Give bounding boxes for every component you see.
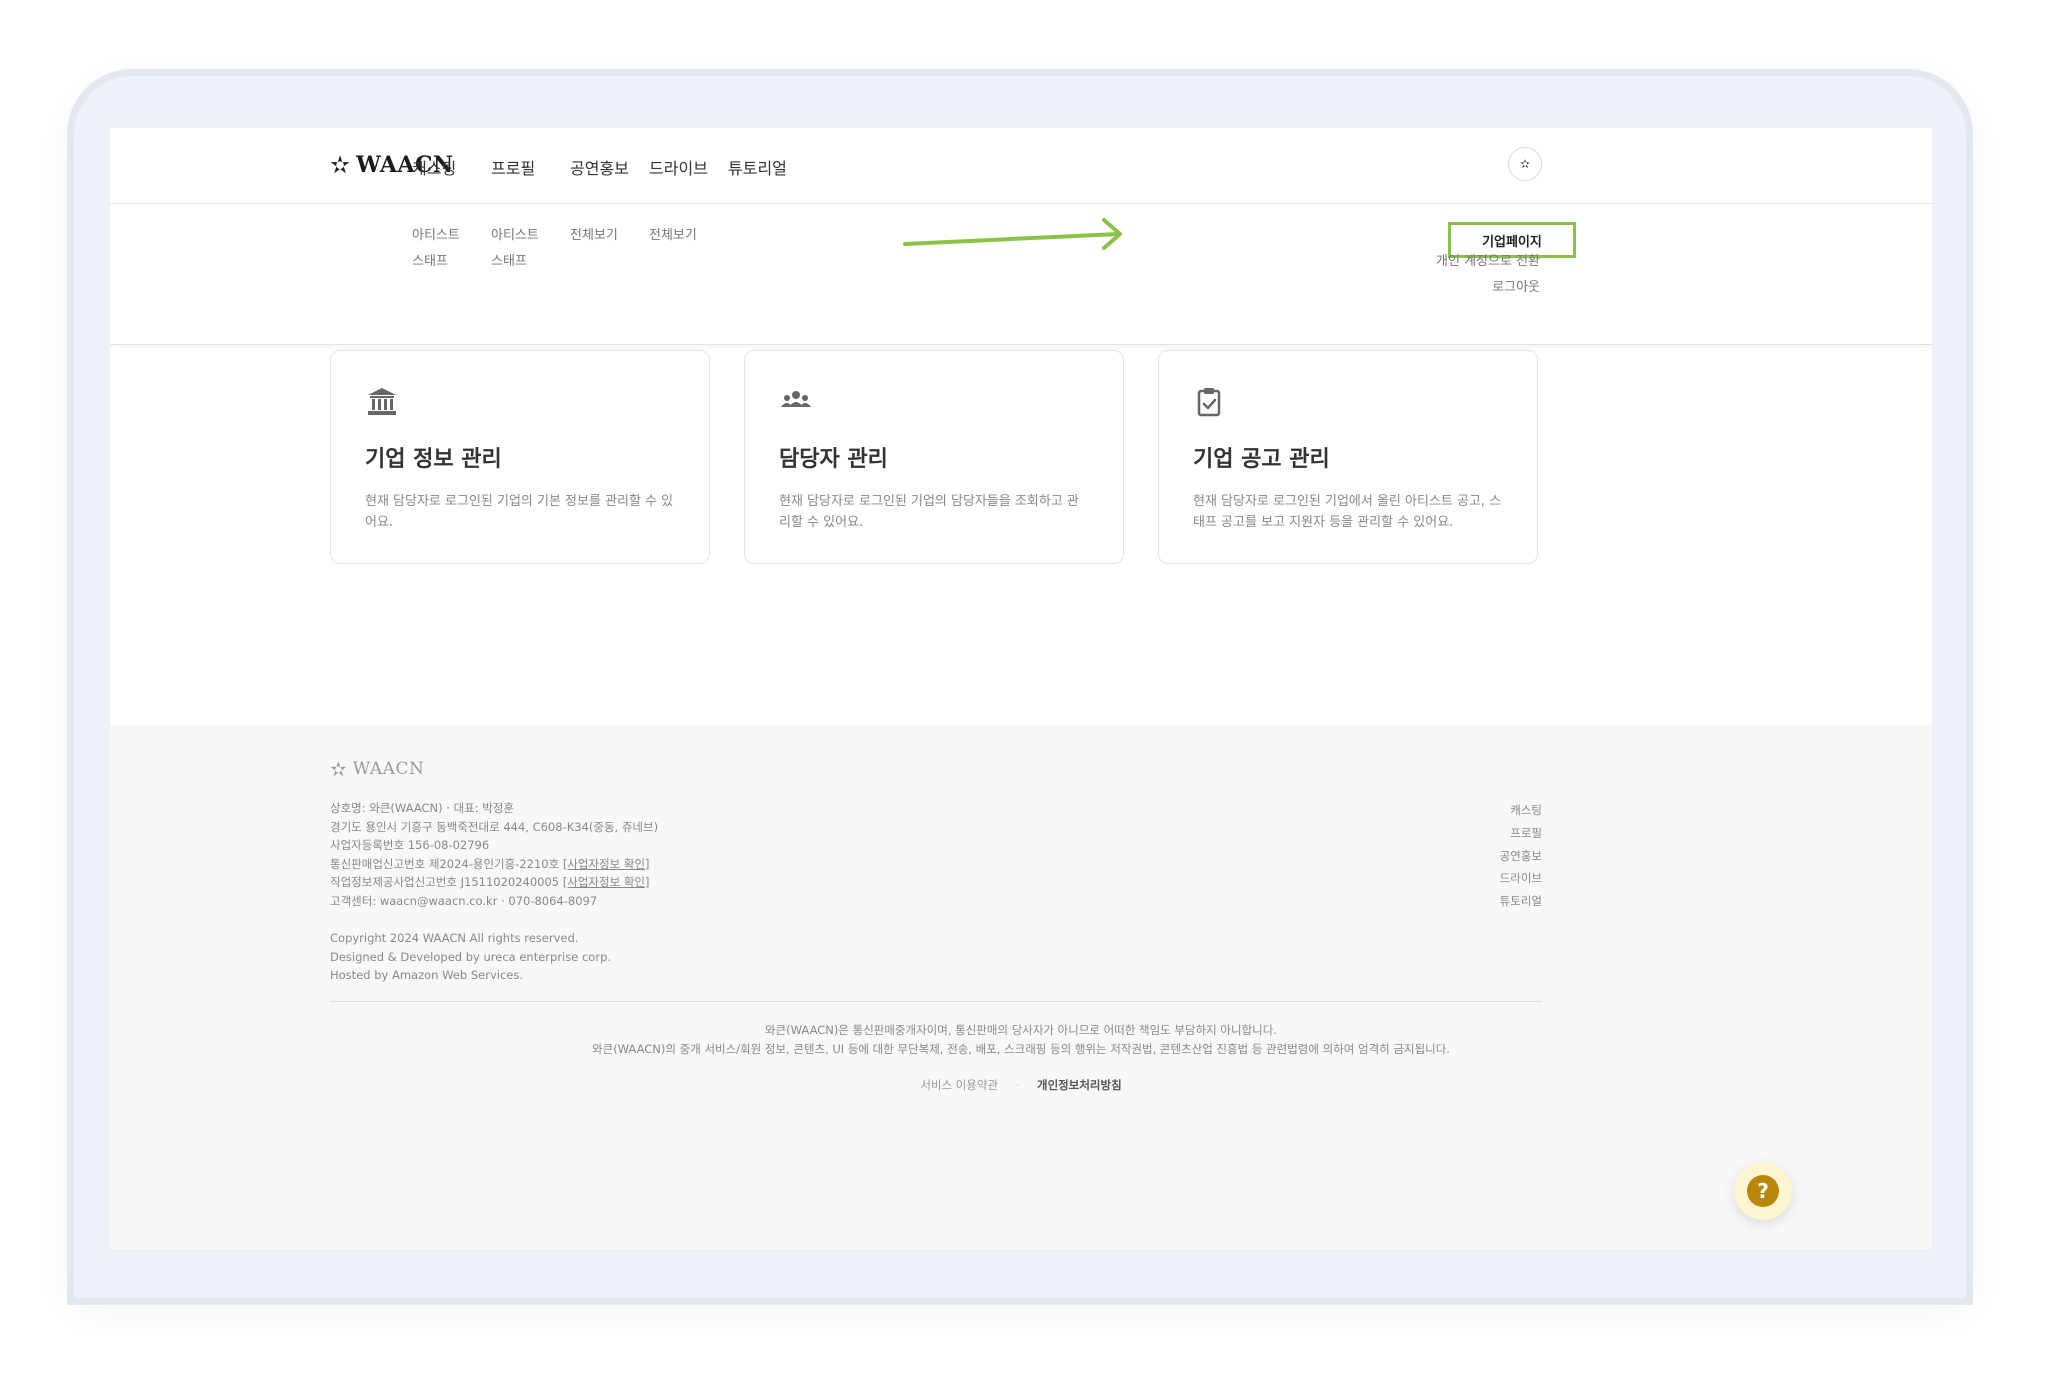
company-info-card[interactable]: 기업 정보 관리 현재 담당자로 로그인된 기업의 기본 정보를 관리할 수 있…	[330, 350, 710, 564]
star-avatar-icon: ✫	[1519, 157, 1531, 171]
help-button[interactable]: ?	[1734, 1162, 1792, 1220]
question-icon: ?	[1747, 1175, 1779, 1207]
clipboard-check-icon	[1197, 388, 1221, 417]
policy-links: 서비스 이용약관 · 개인정보처리방침	[110, 1077, 1932, 1093]
top-header: ✫ WAACN 캐스팅 프로필 공연홍보 드라이브 튜토리얼 ✫	[110, 128, 1932, 204]
legal-notice-line: 와큰(WAACN)은 통신판매중개자이며, 통신판매의 당사자가 아니므로 어떠…	[765, 1023, 1277, 1037]
card-title: 기업 공고 관리	[1193, 447, 1330, 472]
ecommerce-info-link[interactable]: [사업자정보 확인]	[563, 857, 650, 871]
copyright-block: Copyright 2024 WAACN All rights reserved…	[330, 929, 611, 985]
site-footer: ✫ WAACN 상호명: 와큰(WAACN) · 대표: 박정훈 경기도 용인시…	[110, 725, 1932, 1249]
footer-link-promotion[interactable]: 공연홍보	[1452, 845, 1542, 868]
nav-promotion[interactable]: 공연홍보	[570, 155, 629, 179]
terms-link[interactable]: 서비스 이용약관	[920, 1078, 998, 1092]
nav-tutorial[interactable]: 튜토리얼	[728, 155, 787, 179]
ecommerce-number: 통신판매업신고번호 제2024-용인기흥-2210호 [사업자정보 확인]	[330, 856, 650, 871]
card-title: 기업 정보 관리	[365, 447, 502, 472]
app-screen: ✫ WAACN 캐스팅 프로필 공연홍보 드라이브 튜토리얼 ✫ 아티스트 스태…	[110, 128, 1932, 1249]
footer-link-casting[interactable]: 캐스팅	[1452, 799, 1542, 822]
star-logo-icon: ✫	[330, 757, 347, 781]
card-description: 현재 담당자로 로그인된 기업에서 올린 아티스트 공고, 스태프 공고를 보고…	[1193, 494, 1502, 530]
bank-icon	[368, 388, 396, 415]
jobinfo-info-link[interactable]: [사업자정보 확인]	[563, 875, 650, 889]
account-avatar[interactable]: ✫	[1508, 147, 1542, 181]
nav-profile[interactable]: 프로필	[491, 155, 535, 179]
designed-by: Designed & Developed by ureca enterprise…	[330, 949, 612, 964]
footer-divider	[330, 1001, 1542, 1002]
privacy-link[interactable]: 개인정보처리방침	[1037, 1078, 1122, 1092]
copyright: Copyright 2024 WAACN All rights reserved…	[330, 931, 579, 945]
legal-notice: 와큰(WAACN)은 통신판매중개자이며, 통신판매의 당사자가 아니므로 어떠…	[110, 1021, 1932, 1058]
logout-button[interactable]: 로그아웃	[1400, 276, 1540, 295]
footer-link-profile[interactable]: 프로필	[1452, 822, 1542, 845]
nav-drive[interactable]: 드라이브	[649, 155, 708, 179]
submenu-drive-all[interactable]: 전체보기	[649, 224, 697, 243]
submenu-profile-staff[interactable]: 스태프	[491, 250, 527, 269]
card-title: 담당자 관리	[779, 447, 888, 472]
job-post-card[interactable]: 기업 공고 관리 현재 담당자로 로그인된 기업에서 올린 아티스트 공고, 스…	[1158, 350, 1538, 564]
company-address: 경기도 용인시 기흥구 동백죽전대로 444, C608-K34(중동, 쥬네브…	[330, 819, 659, 834]
switch-personal-account-button[interactable]: 개인 계정으로 전환	[1400, 250, 1540, 269]
footer-link-drive[interactable]: 드라이브	[1452, 867, 1542, 890]
nav-casting[interactable]: 캐스팅	[412, 155, 456, 179]
annotation-arrow-icon	[903, 218, 1122, 250]
footer-links: 캐스팅 프로필 공연홍보 드라이브 튜토리얼	[1452, 799, 1542, 913]
submenu-promotion-all[interactable]: 전체보기	[570, 224, 618, 243]
footer-logo-text: WAACN	[352, 759, 425, 779]
submenu-casting-staff[interactable]: 스태프	[412, 250, 448, 269]
users-icon	[781, 391, 811, 407]
footer-link-tutorial[interactable]: 튜토리얼	[1452, 890, 1542, 913]
footer-logo: ✫ WAACN	[330, 759, 424, 779]
hosted-by: Hosted by Amazon Web Services.	[330, 968, 523, 982]
legal-notice-line: 와큰(WAACN)의 중개 서비스/회원 정보, 콘텐츠, UI 등에 대한 무…	[592, 1041, 1450, 1056]
business-number: 사업자등록번호 156-08-02796	[330, 838, 490, 852]
company-name: 상호명: 와큰(WAACN) · 대표: 박정훈	[330, 801, 515, 815]
policy-separator: ·	[1015, 1078, 1020, 1092]
manager-card[interactable]: 담당자 관리 현재 담당자로 로그인된 기업의 담당자들을 조회하고 관리할 수…	[744, 350, 1124, 564]
submenu-casting-artist[interactable]: 아티스트	[412, 224, 460, 243]
company-info: 상호명: 와큰(WAACN) · 대표: 박정훈 경기도 용인시 기흥구 동백죽…	[330, 799, 658, 910]
submenu-profile-artist[interactable]: 아티스트	[491, 224, 539, 243]
star-logo-icon: ✫	[330, 151, 351, 179]
card-description: 현재 담당자로 로그인된 기업의 기본 정보를 관리할 수 있어요.	[365, 494, 674, 530]
card-description: 현재 담당자로 로그인된 기업의 담당자들을 조회하고 관리할 수 있어요.	[779, 494, 1079, 530]
jobinfo-number: 직업정보제공사업신고번호 J1511020240005 [사업자정보 확인]	[330, 875, 650, 889]
contact-info: 고객센터: waacn@waacn.co.kr · 070-8064-8097	[330, 893, 598, 908]
nav-dropdown: 아티스트 스태프 아티스트 스태프 전체보기 전체보기 기업페이지 개인 계정으…	[110, 204, 1932, 345]
